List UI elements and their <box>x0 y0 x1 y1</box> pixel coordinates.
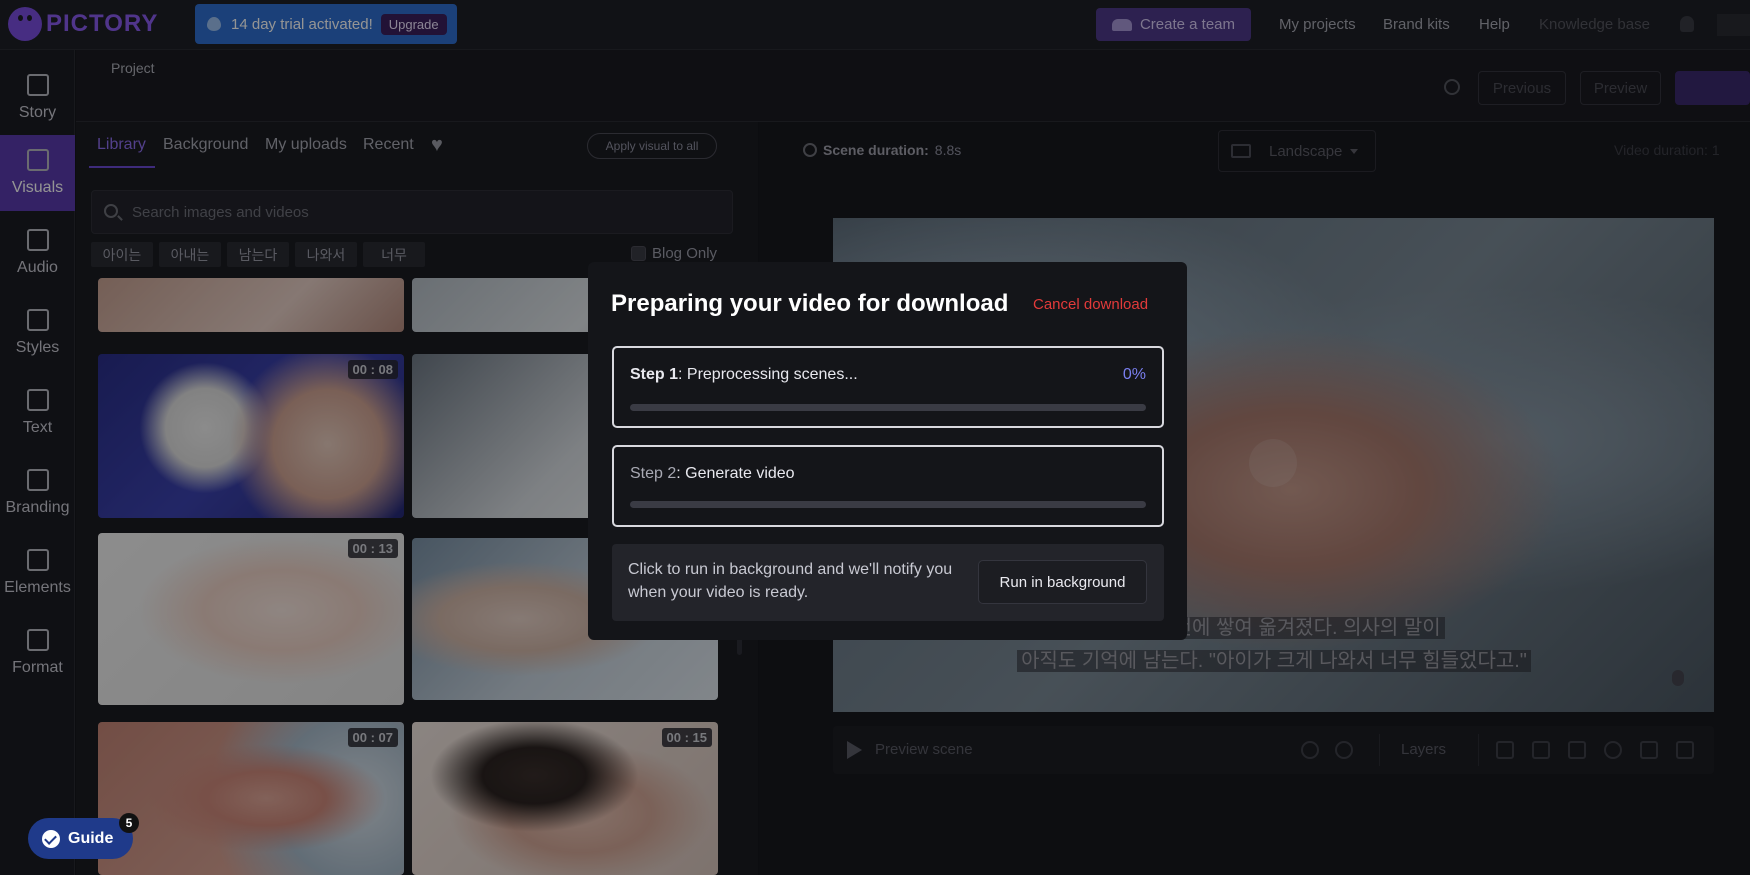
step-1-progress-bar <box>630 404 1146 411</box>
step-1-percent: 0% <box>1122 366 1146 383</box>
step-1-text: : Preprocessing scenes... <box>678 366 858 383</box>
guide-count-badge: 5 <box>119 813 139 833</box>
step-1-card: Step 1: Preprocessing scenes... 0% <box>612 346 1164 428</box>
download-modal: Preparing your video for download Cancel… <box>588 262 1187 640</box>
run-in-background-box: Click to run in background and we'll not… <box>612 544 1164 621</box>
background-info-text: Click to run in background and we'll not… <box>628 561 953 601</box>
run-in-background-button[interactable]: Run in background <box>978 560 1147 604</box>
step-2-card: Step 2: Generate video <box>612 445 1164 527</box>
check-circle-icon <box>42 829 60 848</box>
cancel-download-link[interactable]: Cancel download <box>1033 296 1148 313</box>
step-2-text: : Generate video <box>676 465 795 482</box>
step-2-progress-bar <box>630 501 1146 508</box>
step-2-prefix: Step 2 <box>630 465 677 482</box>
guide-button[interactable]: Guide <box>28 818 133 859</box>
step-1-title: Step 1: Preprocessing scenes... <box>630 366 858 384</box>
step-2-title: Step 2: Generate video <box>630 465 795 483</box>
modal-title: Preparing your video for download <box>611 290 1009 317</box>
step-1-prefix: Step 1 <box>630 366 679 383</box>
guide-label: Guide <box>68 829 114 847</box>
